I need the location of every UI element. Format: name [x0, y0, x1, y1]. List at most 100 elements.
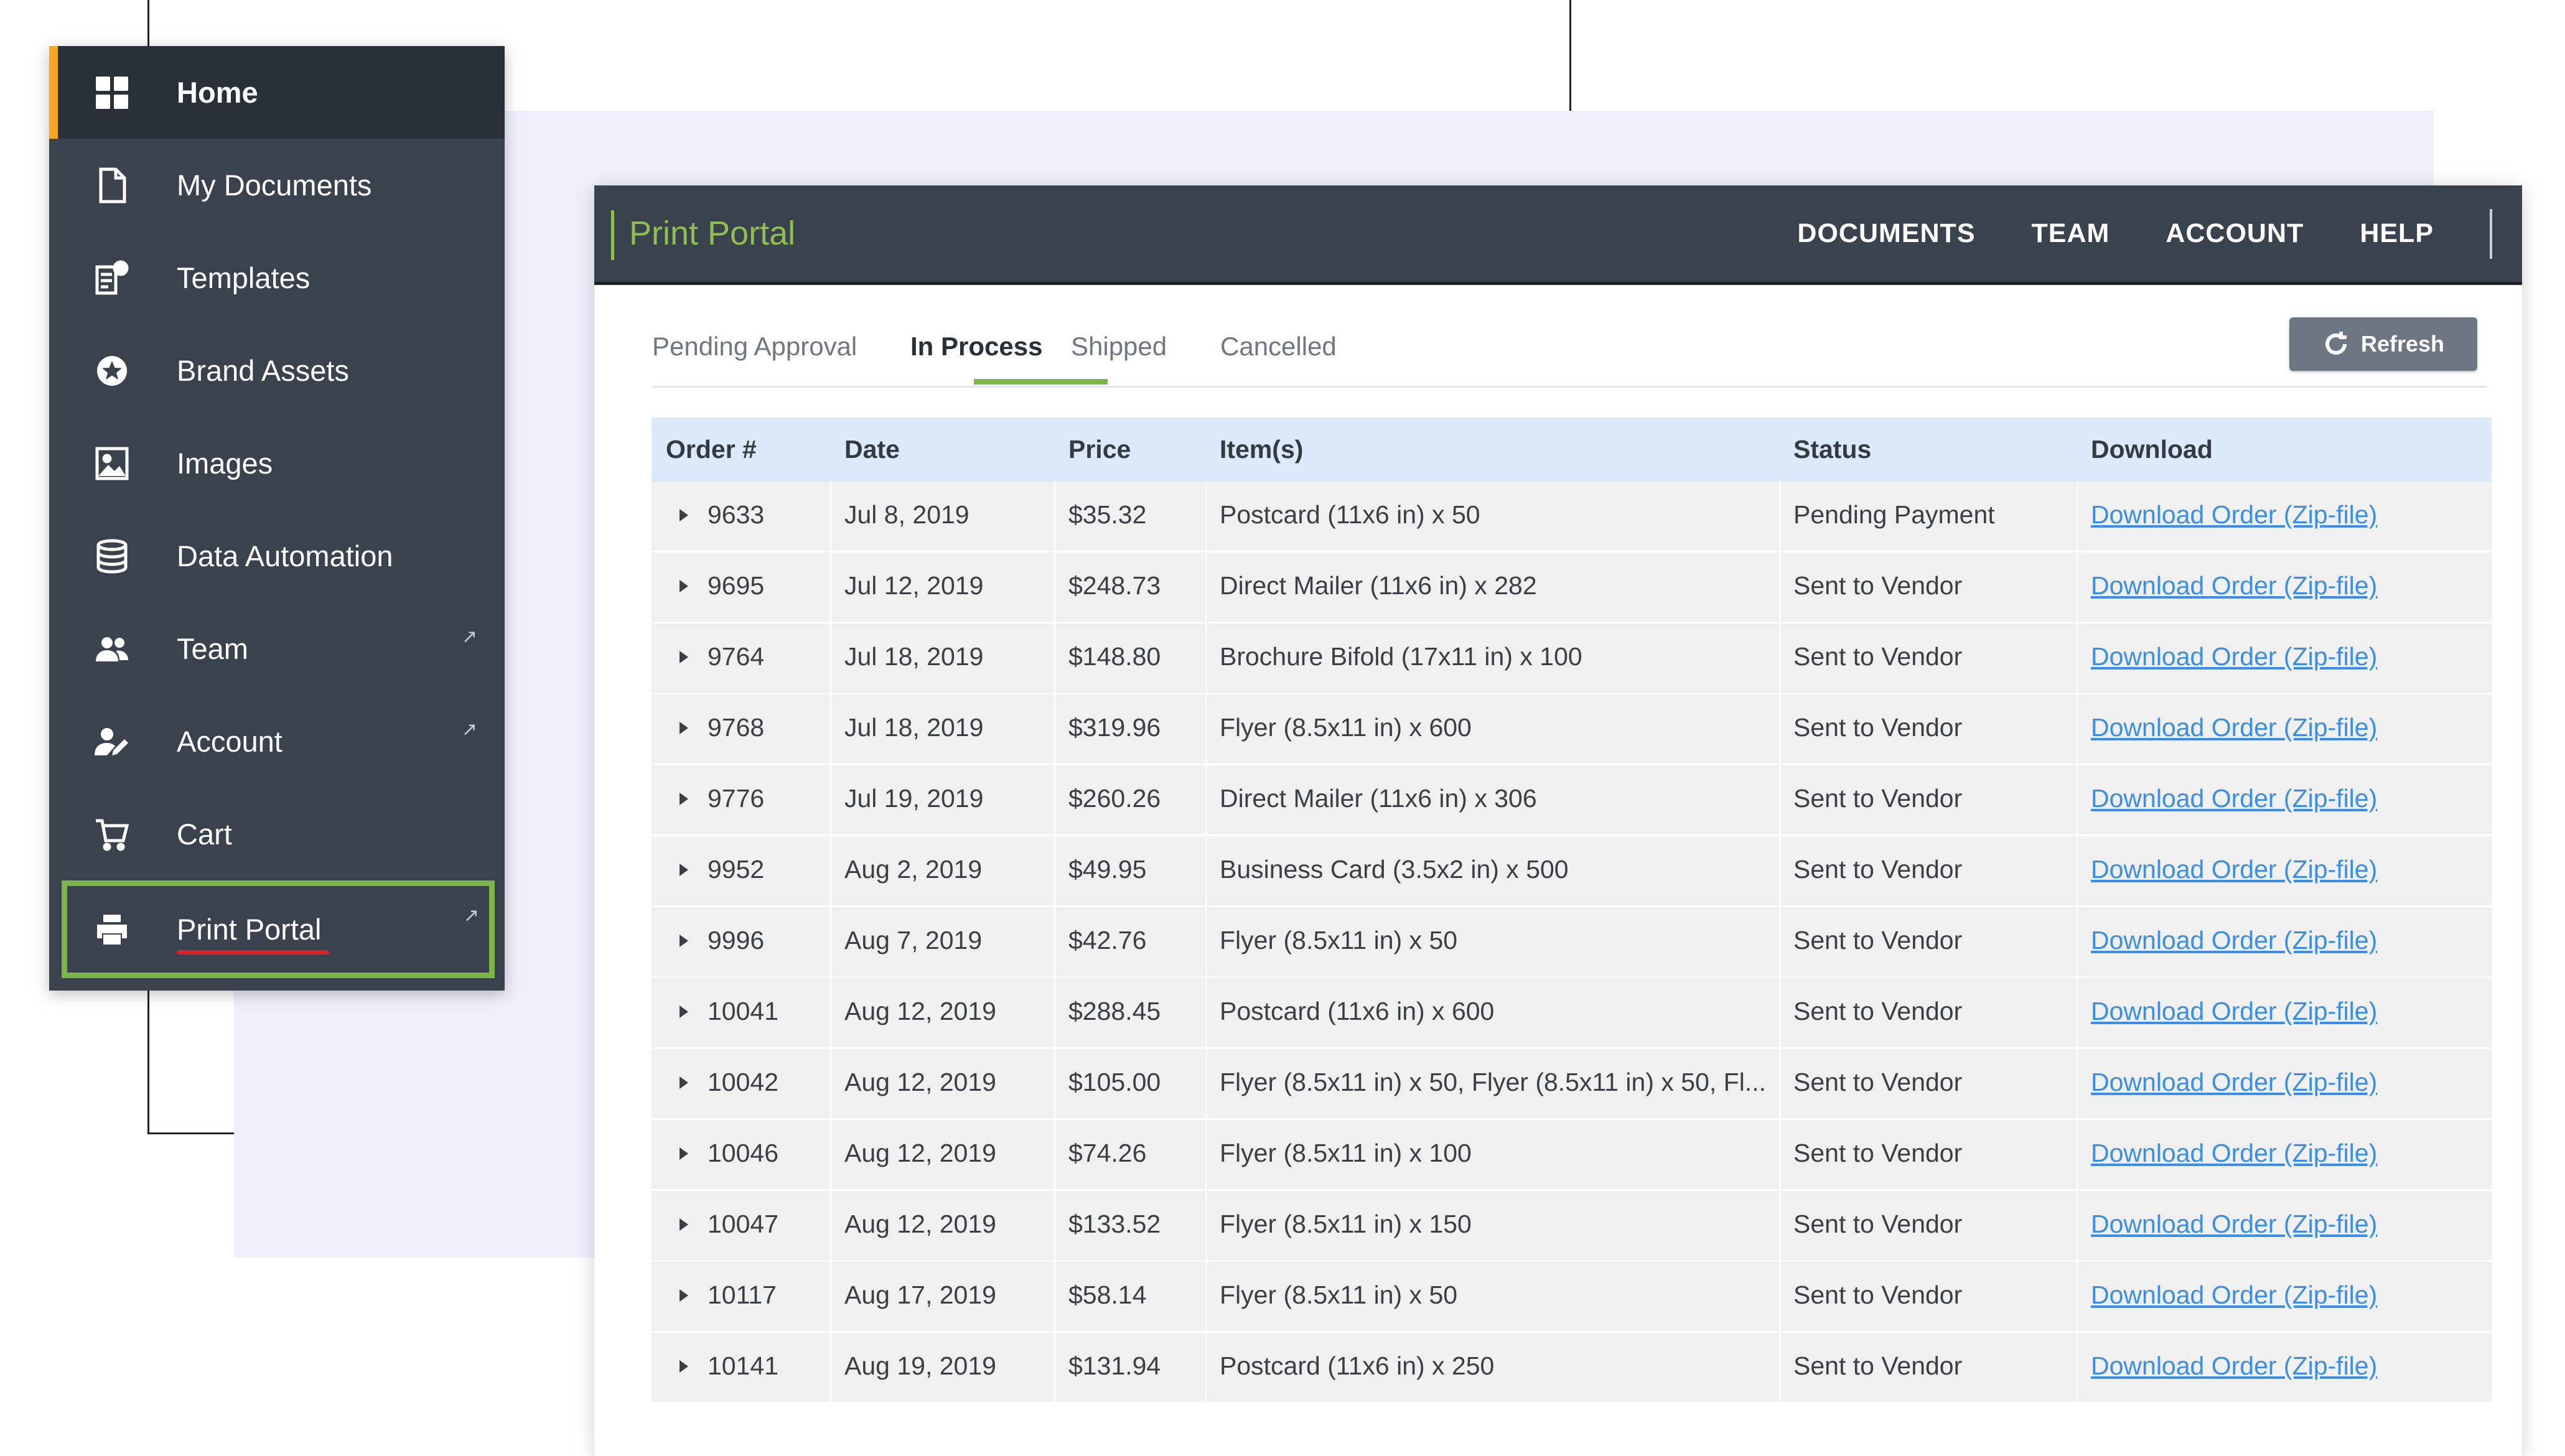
download-order-link[interactable]: Download Order (Zip-file)	[2091, 1210, 2377, 1239]
nav-team[interactable]: TEAM	[2032, 218, 2110, 249]
sidebar-item-my-documents[interactable]: My Documents	[49, 139, 505, 231]
table-row[interactable]: 9952 Aug 2, 2019 $49.95 Business Card (3.5x…	[652, 836, 2492, 907]
expand-caret-icon[interactable]	[680, 935, 688, 947]
table-row[interactable]: 10117 Aug 17, 2019 $58.14 Flyer (8.5x11 in)…	[652, 1262, 2492, 1333]
download-order-link[interactable]: Download Order (Zip-file)	[2091, 1351, 2377, 1381]
table-row[interactable]: 10046 Aug 12, 2019 $74.26 Flyer (8.5x11 in)…	[652, 1120, 2492, 1191]
order-number: 10046	[708, 1139, 779, 1167]
download-order-link[interactable]: Download Order (Zip-file)	[2091, 1281, 2377, 1310]
table-row[interactable]: 10141 Aug 19, 2019 $131.94 Postcard (11x6 i…	[652, 1333, 2492, 1404]
header-items[interactable]: Item(s)	[1220, 435, 1303, 464]
column-separator	[1054, 1333, 1055, 1402]
nav-account[interactable]: ACCOUNT	[2166, 218, 2304, 249]
sidebar-item-brand-assets[interactable]: Brand Assets	[49, 324, 505, 417]
sidebar-item-data-automation[interactable]: Data Automation	[49, 510, 505, 602]
table-row[interactable]: 9768 Jul 18, 2019 $319.96 Flyer (8.5x11 in)…	[652, 694, 2492, 765]
cell-price: $74.26	[1068, 1139, 1147, 1167]
refresh-button[interactable]: Refresh	[2289, 317, 2477, 371]
cell-items: Flyer (8.5x11 in) x 50	[1220, 926, 1458, 954]
tab-pending-approval[interactable]: Pending Approval	[652, 332, 857, 362]
header-download[interactable]: Download	[2091, 435, 2213, 464]
download-order-link[interactable]: Download Order (Zip-file)	[2091, 784, 2377, 813]
cell-price: $105.00	[1068, 1068, 1161, 1096]
sidebar-item-templates[interactable]: Templates	[49, 231, 505, 324]
sidebar-item-images[interactable]: Images	[49, 417, 505, 510]
sidebar-item-home[interactable]: Home	[49, 46, 505, 139]
expand-caret-icon[interactable]	[680, 1218, 688, 1231]
tab-in-process[interactable]: In Process	[910, 332, 1042, 362]
expand-caret-icon[interactable]	[680, 793, 688, 805]
app-title: Print Portal	[629, 215, 796, 252]
download-order-link[interactable]: Download Order (Zip-file)	[2091, 855, 2377, 884]
expand-caret-icon[interactable]	[680, 1006, 688, 1018]
expand-caret-icon[interactable]	[680, 1147, 688, 1160]
cell-items: Flyer (8.5x11 in) x 50	[1220, 1281, 1458, 1309]
sidebar-item-team[interactable]: Team ↗	[49, 602, 505, 695]
download-order-link[interactable]: Download Order (Zip-file)	[2091, 642, 2377, 671]
sidebar-item-print-portal[interactable]: Print Portal ↗	[62, 880, 495, 978]
column-separator	[829, 482, 831, 551]
column-separator	[1205, 553, 1207, 622]
tab-shipped[interactable]: Shipped	[1071, 332, 1167, 362]
column-separator	[1054, 765, 1055, 834]
expand-caret-icon[interactable]	[680, 1289, 688, 1302]
tab-cancelled[interactable]: Cancelled	[1220, 332, 1337, 362]
column-separator	[1779, 694, 1781, 763]
header-price[interactable]: Price	[1068, 435, 1131, 464]
table-header: Order # Date Price Item(s) Status Downlo…	[652, 418, 2492, 482]
table-row[interactable]: 9695 Jul 12, 2019 $248.73 Direct Mailer (11…	[652, 553, 2492, 623]
sidebar-item-cart[interactable]: Cart	[49, 788, 505, 880]
cell-price: $288.45	[1068, 997, 1161, 1025]
column-separator	[2077, 1191, 2078, 1260]
download-order-link[interactable]: Download Order (Zip-file)	[2091, 926, 2377, 955]
cell-date: Jul 18, 2019	[844, 713, 984, 742]
column-separator	[829, 836, 831, 905]
download-order-link[interactable]: Download Order (Zip-file)	[2091, 997, 2377, 1026]
cell-status: Sent to Vendor	[1793, 855, 1963, 884]
column-separator	[2077, 1333, 2078, 1402]
download-order-link[interactable]: Download Order (Zip-file)	[2091, 1139, 2377, 1168]
order-number: 9695	[708, 571, 765, 600]
table-row[interactable]: 10041 Aug 12, 2019 $288.45 Postcard (11x6 i…	[652, 978, 2492, 1049]
column-separator	[1205, 482, 1207, 551]
table-row[interactable]: 9776 Jul 19, 2019 $260.26 Direct Mailer (11…	[652, 765, 2492, 836]
table-row[interactable]: 9764 Jul 18, 2019 $148.80 Brochure Bifold (…	[652, 623, 2492, 694]
expand-caret-icon[interactable]	[680, 580, 688, 592]
column-separator	[1779, 482, 1781, 551]
sidebar-item-label: Print Portal	[177, 913, 322, 946]
cell-price: $133.52	[1068, 1210, 1161, 1238]
sidebar-item-account[interactable]: Account ↗	[49, 695, 505, 788]
column-separator	[1779, 1262, 1781, 1331]
expand-caret-icon[interactable]	[680, 1076, 688, 1089]
expand-caret-icon[interactable]	[680, 1360, 688, 1373]
cell-price: $319.96	[1068, 713, 1161, 742]
table-row[interactable]: 10047 Aug 12, 2019 $133.52 Flyer (8.5x11 in…	[652, 1191, 2492, 1262]
nav-documents[interactable]: DOCUMENTS	[1797, 218, 1975, 249]
column-separator	[829, 1333, 831, 1402]
download-order-link[interactable]: Download Order (Zip-file)	[2091, 713, 2377, 742]
download-order-link[interactable]: Download Order (Zip-file)	[2091, 571, 2377, 600]
cell-items: Direct Mailer (11x6 in) x 306	[1220, 784, 1537, 813]
cell-date: Aug 12, 2019	[844, 1210, 996, 1238]
expand-caret-icon[interactable]	[680, 509, 688, 521]
table-row[interactable]: 9996 Aug 7, 2019 $42.76 Flyer (8.5x11 in) x…	[652, 907, 2492, 978]
cell-price: $49.95	[1068, 855, 1147, 884]
cell-date: Aug 7, 2019	[844, 926, 983, 954]
column-separator	[829, 1262, 831, 1331]
nav-help[interactable]: HELP	[2360, 218, 2434, 249]
column-separator	[1779, 907, 1781, 976]
header-status[interactable]: Status	[1793, 435, 1871, 464]
cell-status: Sent to Vendor	[1793, 713, 1963, 742]
header-order[interactable]: Order #	[666, 435, 757, 464]
download-order-link[interactable]: Download Order (Zip-file)	[2091, 1068, 2377, 1097]
expand-caret-icon[interactable]	[680, 864, 688, 876]
table-row[interactable]: 9633 Jul 8, 2019 $35.32 Postcard (11x6 in) …	[652, 482, 2492, 553]
image-icon	[91, 443, 133, 484]
expand-caret-icon[interactable]	[680, 722, 688, 734]
sidebar-item-label: Account	[177, 725, 283, 758]
download-order-link[interactable]: Download Order (Zip-file)	[2091, 500, 2377, 530]
cell-price: $148.80	[1068, 642, 1161, 671]
header-date[interactable]: Date	[844, 435, 900, 464]
table-row[interactable]: 10042 Aug 12, 2019 $105.00 Flyer (8.5x11 in…	[652, 1049, 2492, 1120]
expand-caret-icon[interactable]	[680, 651, 688, 663]
